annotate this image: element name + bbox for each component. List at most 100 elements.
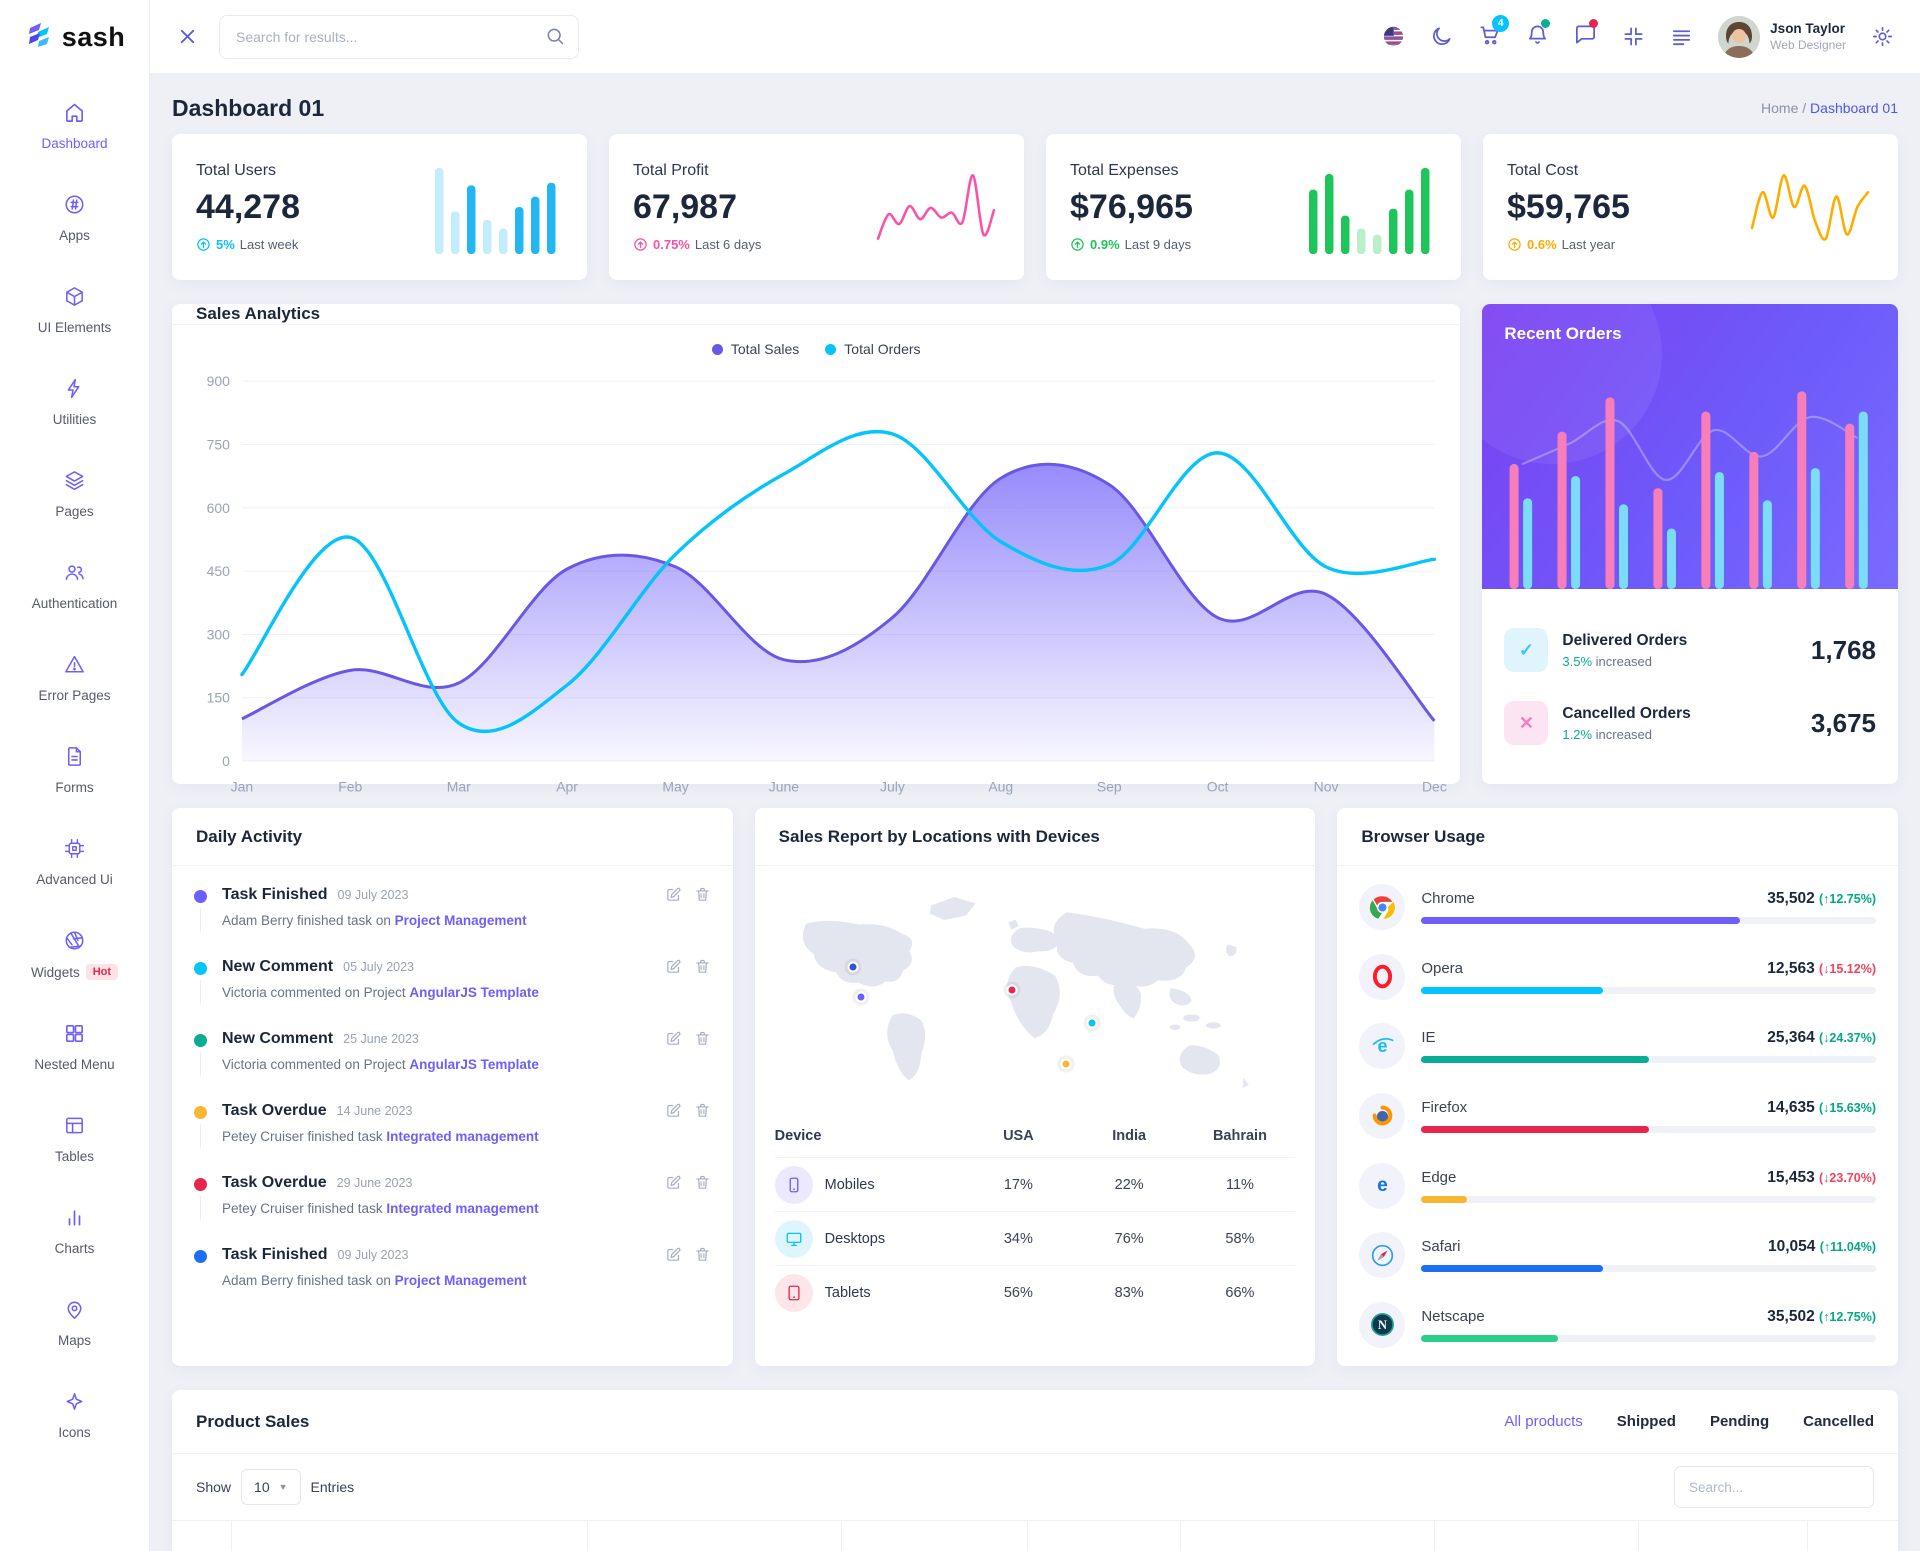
activity-link[interactable]: AngularJS Template bbox=[409, 1057, 539, 1072]
edit-icon[interactable] bbox=[665, 1030, 682, 1072]
trash-icon[interactable] bbox=[694, 958, 711, 1000]
widgets-row: Daily Activity Task Finished 09 July 202… bbox=[172, 808, 1898, 1366]
device-icon bbox=[774, 1274, 813, 1312]
stat-change: 5% Last week bbox=[196, 237, 300, 252]
legend-dot bbox=[711, 343, 723, 355]
edit-icon[interactable] bbox=[665, 1246, 682, 1288]
close-search-icon[interactable] bbox=[176, 25, 199, 48]
browser-icon: e bbox=[1359, 1162, 1406, 1209]
settings-gear-icon[interactable] bbox=[1871, 25, 1894, 48]
sidebar-item-ui-elements[interactable]: UI Elements bbox=[34, 272, 116, 348]
product-table-header-row bbox=[172, 1520, 1898, 1551]
search-input[interactable] bbox=[219, 14, 579, 59]
map-marker[interactable] bbox=[1006, 984, 1018, 996]
stat-value: 67,987 bbox=[633, 188, 737, 226]
trash-icon[interactable] bbox=[694, 1102, 711, 1144]
search-icon[interactable] bbox=[545, 26, 565, 51]
map-marker[interactable] bbox=[1086, 1017, 1098, 1029]
cart-icon[interactable]: 4 bbox=[1478, 14, 1510, 51]
svg-text:Nov: Nov bbox=[1314, 778, 1339, 794]
svg-text:Dec: Dec bbox=[1422, 778, 1447, 794]
legend-item[interactable]: Total Sales bbox=[711, 341, 799, 357]
sidebar-item-label: Utilities bbox=[52, 412, 97, 427]
product-sales-header: Product Sales All products Shipped Pendi… bbox=[172, 1390, 1898, 1454]
notifications-bell-icon[interactable] bbox=[1526, 18, 1551, 51]
edit-icon[interactable] bbox=[665, 886, 682, 928]
cart-badge: 4 bbox=[1492, 14, 1510, 32]
sidebar-item-advanced-ui[interactable]: Advanced Ui bbox=[32, 824, 117, 900]
stat-value: 44,278 bbox=[196, 188, 300, 226]
dark-mode-icon[interactable] bbox=[1430, 25, 1453, 48]
trash-icon[interactable] bbox=[694, 1174, 711, 1216]
sidebar-item-error-pages[interactable]: Error Pages bbox=[34, 640, 114, 716]
browser-row: N Netscape 35,502 (↑12.75%) bbox=[1359, 1301, 1876, 1348]
sidebar-item-utilities[interactable]: Utilities bbox=[49, 364, 101, 440]
sidebar-item-apps[interactable]: Apps bbox=[55, 180, 94, 256]
messages-icon[interactable] bbox=[1574, 18, 1599, 51]
product-sales-title: Product Sales bbox=[196, 1411, 310, 1431]
breadcrumb: Home / Dashboard 01 bbox=[1761, 100, 1898, 116]
edit-icon[interactable] bbox=[665, 958, 682, 1000]
sidebar-item-nested-menu[interactable]: Nested Menu bbox=[30, 1009, 118, 1085]
sidebar-item-forms[interactable]: Forms bbox=[51, 732, 97, 808]
brand-logo[interactable]: sash bbox=[0, 0, 149, 74]
map-marker[interactable] bbox=[1060, 1058, 1072, 1070]
browser-progress-fill bbox=[1421, 1195, 1467, 1203]
page-content: Dashboard 01 Home / Dashboard 01 Total U… bbox=[150, 74, 1920, 1551]
activity-link[interactable]: Integrated management bbox=[386, 1201, 538, 1216]
edit-icon[interactable] bbox=[665, 1174, 682, 1216]
trash-icon[interactable] bbox=[694, 1030, 711, 1072]
stat-card: Total Expenses $76,965 0.9% Last 9 days bbox=[1046, 134, 1461, 280]
recent-orders-title: Recent Orders bbox=[1504, 324, 1622, 343]
breadcrumb-home[interactable]: Home bbox=[1761, 100, 1798, 116]
svg-text:N: N bbox=[1378, 1318, 1387, 1332]
sidebar-item-authentication[interactable]: Authentication bbox=[28, 548, 122, 624]
activity-link[interactable]: Project Management bbox=[395, 913, 527, 928]
product-sales-tab[interactable]: Cancelled bbox=[1803, 1413, 1874, 1430]
sidebar-item-label: Error Pages bbox=[38, 688, 111, 703]
trash-icon[interactable] bbox=[694, 886, 711, 928]
fullscreen-icon[interactable] bbox=[1622, 25, 1645, 48]
sidebar-item-widgets[interactable]: Widgets Hot bbox=[27, 916, 122, 993]
world-map[interactable] bbox=[775, 880, 1296, 1110]
sidebar-item-dashboard[interactable]: Dashboard bbox=[37, 88, 111, 164]
browser-usage-title: Browser Usage bbox=[1361, 826, 1486, 846]
sidebar-item-icons[interactable]: Icons bbox=[54, 1377, 94, 1453]
sidebar-item-label: Icons bbox=[58, 1425, 91, 1440]
table-search-input[interactable] bbox=[1674, 1466, 1874, 1508]
user-role: Web Designer bbox=[1770, 38, 1846, 52]
svg-text:Feb: Feb bbox=[338, 778, 362, 794]
activity-link[interactable]: Project Management bbox=[395, 1273, 527, 1288]
brand-logo-icon bbox=[24, 20, 54, 55]
browser-icon bbox=[1359, 1092, 1406, 1139]
svg-text:Mar: Mar bbox=[447, 778, 471, 794]
language-flag-icon[interactable] bbox=[1382, 25, 1405, 48]
svg-text:450: 450 bbox=[207, 563, 230, 579]
topbar-actions: 4 Json Taylor Web Designer bbox=[1382, 14, 1894, 58]
product-sales-tab[interactable]: All products bbox=[1504, 1413, 1582, 1430]
activity-link[interactable]: AngularJS Template bbox=[409, 985, 539, 1000]
sidebar-item-charts[interactable]: Charts bbox=[51, 1193, 99, 1269]
product-sales-tab[interactable]: Pending bbox=[1710, 1413, 1769, 1430]
trash-icon[interactable] bbox=[694, 1246, 711, 1288]
svg-text:750: 750 bbox=[207, 436, 230, 452]
sidebar-item-maps[interactable]: Maps bbox=[54, 1285, 95, 1361]
legend-item[interactable]: Total Orders bbox=[825, 341, 921, 357]
map-marker[interactable] bbox=[847, 961, 859, 973]
map-marker[interactable] bbox=[855, 991, 867, 1003]
right-sidebar-toggle-icon[interactable] bbox=[1670, 25, 1693, 48]
sidebar-item-pages[interactable]: Pages bbox=[51, 456, 97, 532]
svg-text:e: e bbox=[1377, 1175, 1388, 1196]
edit-icon[interactable] bbox=[665, 1102, 682, 1144]
browser-row: Opera 12,563 (↓15.12%) bbox=[1359, 953, 1876, 1000]
sidebar-item-tables[interactable]: Tables bbox=[51, 1101, 98, 1177]
product-sales-tab[interactable]: Shipped bbox=[1617, 1413, 1676, 1430]
user-menu[interactable]: Json Taylor Web Designer bbox=[1718, 15, 1846, 58]
browser-progress-fill bbox=[1421, 917, 1740, 924]
product-sales-tabs: All products Shipped Pending Cancelled bbox=[1504, 1413, 1874, 1430]
activity-link[interactable]: Integrated management bbox=[386, 1129, 538, 1144]
svg-text:Jan: Jan bbox=[231, 778, 254, 794]
browser-usage-list: Chrome 35,502 (↑12.75%) Opera 12,563 (↓1… bbox=[1337, 866, 1898, 1366]
arrow-up-circle-icon bbox=[1070, 237, 1085, 252]
entries-select[interactable]: 10 ▼ bbox=[241, 1469, 301, 1505]
